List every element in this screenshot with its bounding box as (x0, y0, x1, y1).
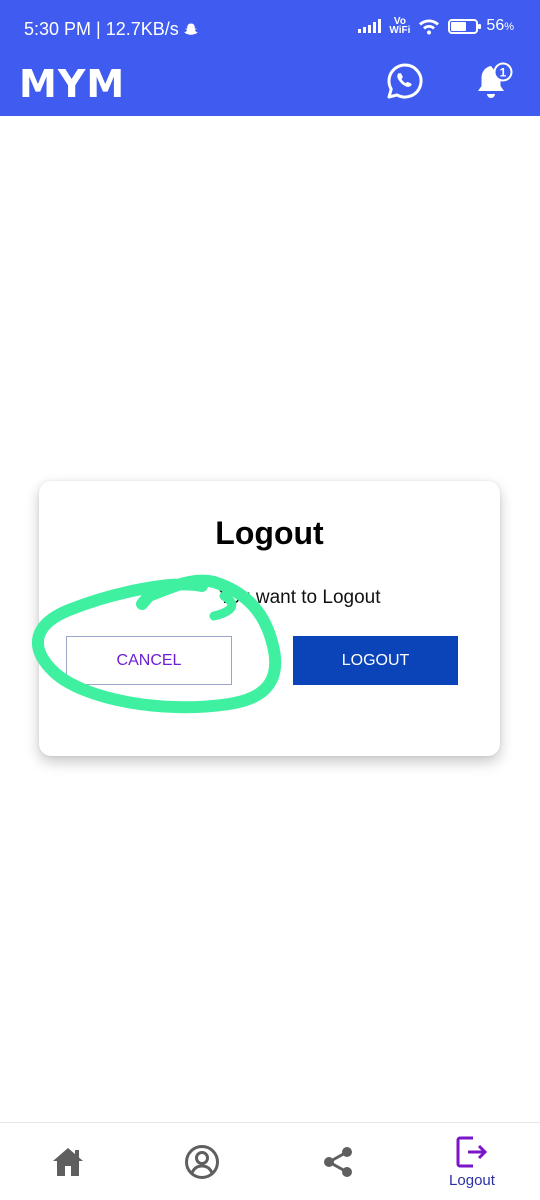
profile-icon (185, 1145, 219, 1179)
nav-logout-label: Logout (449, 1172, 495, 1189)
snapchat-icon (184, 23, 198, 35)
notification-count: 1 (500, 66, 507, 80)
share-icon (324, 1147, 352, 1177)
nav-share[interactable] (298, 1123, 378, 1200)
status-bar: 5:30 PM | 12.7KB/s Vo WiFi 56% (0, 0, 540, 58)
bottom-nav: Logout (0, 1122, 540, 1200)
dialog-message: You want to Logout (218, 587, 381, 608)
vowifi-bottom: WiFi (389, 25, 411, 36)
signal-icon (358, 19, 382, 33)
dialog-title: Logout (215, 515, 324, 551)
nav-logout[interactable]: Logout (432, 1123, 512, 1200)
battery-percent: 56% (486, 17, 514, 35)
whatsapp-icon[interactable] (386, 62, 424, 100)
logout-dialog: Logout You want to Logout CANCEL LOGOUT (39, 481, 500, 756)
wifi-icon (419, 19, 440, 35)
vowifi-badge: Vo WiFi (389, 17, 411, 36)
battery-percent-value: 56 (486, 17, 505, 34)
battery-fill (451, 21, 466, 31)
status-time: 5:30 PM | 12.7KB/s (24, 19, 179, 39)
screen: 5:30 PM | 12.7KB/s Vo WiFi 56% MYM 1 Log… (0, 0, 540, 1200)
battery-percent-suffix: % (504, 21, 514, 33)
top-bar: 5:30 PM | 12.7KB/s Vo WiFi 56% MYM 1 (0, 0, 540, 116)
home-icon (53, 1148, 83, 1176)
cancel-button[interactable]: CANCEL (66, 636, 232, 685)
nav-profile[interactable] (162, 1123, 242, 1200)
nav-home[interactable] (28, 1123, 108, 1200)
status-left: 5:30 PM | 12.7KB/s (24, 19, 199, 40)
battery-icon (448, 18, 482, 34)
app-bar: MYM 1 (0, 58, 540, 116)
bell-icon[interactable]: 1 (474, 60, 514, 102)
app-title: MYM (19, 62, 126, 106)
logout-confirm-button[interactable]: LOGOUT (293, 636, 458, 685)
logout-icon (456, 1136, 488, 1168)
status-right: Vo WiFi 56% (358, 17, 514, 36)
